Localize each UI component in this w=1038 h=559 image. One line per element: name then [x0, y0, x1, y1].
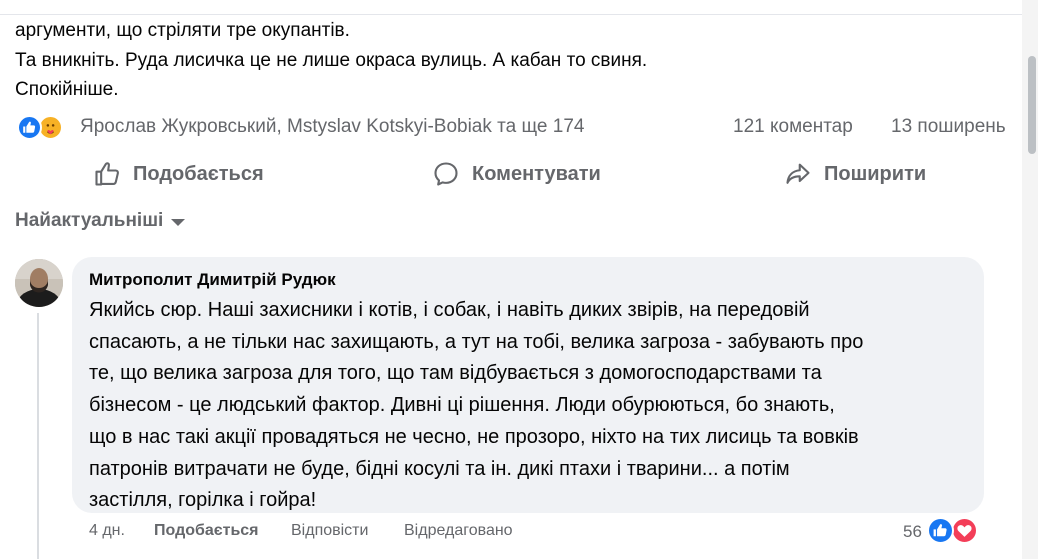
post-line: аргументи, що стріляти тре окупантів. [15, 20, 350, 41]
top-divider [0, 14, 1022, 15]
post-line: Спокійніше. [15, 79, 119, 100]
comment-line: патронів витрачати не буде, бідні косулі… [89, 457, 790, 480]
like-button[interactable]: Подобається [91, 155, 264, 193]
comment-button[interactable]: Коментувати [430, 155, 601, 193]
share-label: Поширити [824, 162, 927, 185]
scrollbar-thumb[interactable] [1028, 56, 1036, 154]
like-label: Подобається [133, 162, 264, 185]
share-arrow-icon [782, 158, 814, 190]
comment-author-link[interactable]: Митрополит Димитрій Рудюк [89, 270, 336, 290]
comment-line: бізнесом - це людський фактор. Дивні ці … [89, 394, 835, 417]
comment-text: Якийсь сюр. Наші захисники і котів, і со… [89, 295, 969, 517]
comment-like-button[interactable]: Подобається [154, 522, 259, 540]
comment-line: спасають, а не тільки нас захищають, а т… [89, 330, 864, 353]
comment-sort-dropdown[interactable]: Найактуальніші [15, 210, 186, 232]
post-line: Та вникніть. Руда лисичка це не лише окр… [15, 49, 648, 71]
comment-line: що в нас такі акції провадяться не чесно… [89, 425, 859, 448]
comment-line: застілля, горілка і гойра! [89, 489, 317, 512]
comment-bubble: Митрополит Димитрій Рудюк Якийсь сюр. На… [72, 257, 984, 513]
comment-reply-button[interactable]: Відповісти [291, 522, 368, 540]
post-text: аргументи, що стріляти тре окупантів. Та… [15, 16, 647, 105]
post-actions: Подобається Коментувати Поширити [0, 155, 1022, 193]
comment-line: Якийсь сюр. Наші захисники і котів, і со… [89, 299, 810, 321]
edited-label[interactable]: Відредаговано [404, 522, 513, 540]
like-icon [17, 115, 42, 140]
reaction-icons[interactable] [17, 115, 77, 141]
reactions-summary: Ярослав Жукровський, Mstyslav Kotskyi-Bo… [17, 113, 1027, 143]
caret-down-icon [171, 218, 186, 226]
comment-timestamp[interactable]: 4 дн. [89, 522, 125, 540]
comment-line: те, що велика загроза для того, що там в… [89, 362, 822, 385]
sort-label: Найактуальніші [15, 210, 164, 231]
thread-line [37, 313, 39, 559]
comment-reaction-count: 56 [903, 522, 922, 541]
thumbs-up-icon [91, 158, 123, 190]
comments-count-link[interactable]: 121 коментар [733, 116, 853, 138]
reaction-names-link[interactable]: Ярослав Жукровський, Mstyslav Kotskyi-Bo… [80, 116, 584, 138]
avatar[interactable] [15, 259, 63, 307]
like-icon [927, 517, 954, 544]
comment-label: Коментувати [472, 162, 601, 185]
share-button[interactable]: Поширити [782, 155, 926, 193]
shares-count-link[interactable]: 13 поширень [891, 116, 1006, 138]
love-icon [951, 517, 978, 544]
speech-bubble-icon [430, 158, 462, 190]
